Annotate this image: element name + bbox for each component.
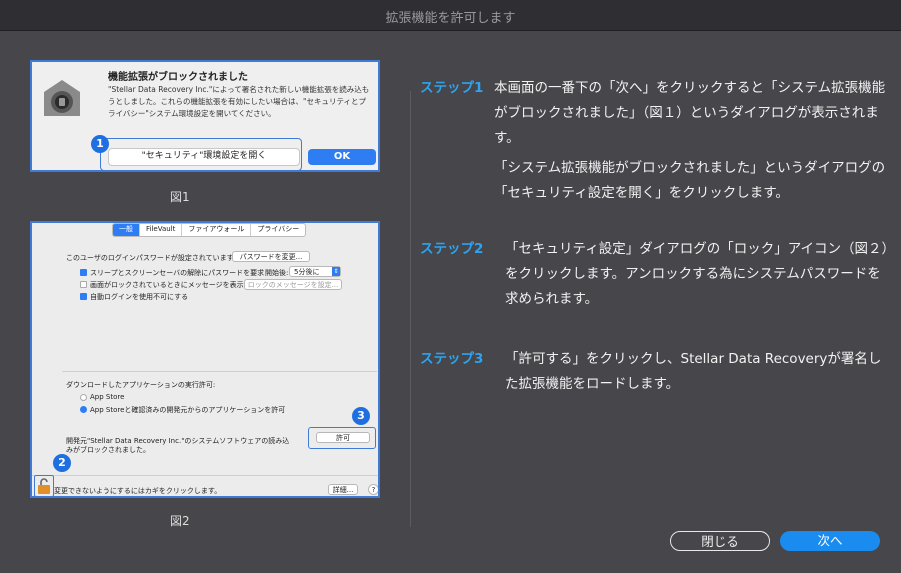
require-password-checkbox[interactable] bbox=[80, 269, 87, 276]
step-badge-1: 1 bbox=[91, 135, 109, 153]
radio-identified[interactable] bbox=[80, 406, 87, 413]
change-password-button[interactable]: パスワードを変更... bbox=[232, 251, 310, 262]
step-1-text: 本画面の一番下の「次へ」をクリックすると「システム拡張機能がブロックされました」… bbox=[494, 80, 886, 146]
figure-1-screenshot: 機能拡張がブロックされました "Stellar Data Recovery In… bbox=[30, 60, 380, 172]
help-button[interactable]: ? bbox=[368, 484, 378, 495]
next-button[interactable]: 次へ bbox=[780, 531, 880, 551]
dialog-message: "Stellar Data Recovery Inc."によって署名された新しい… bbox=[108, 85, 370, 118]
disable-autologin-checkbox[interactable] bbox=[80, 293, 87, 300]
open-security-button[interactable]: "セキュリティ"環境設定を開く bbox=[108, 148, 300, 166]
blocked-message: 開発元"Stellar Data Recovery Inc."のシステムソフトウ… bbox=[66, 437, 290, 454]
show-message-checkbox[interactable] bbox=[80, 281, 87, 288]
lock-icon[interactable] bbox=[37, 477, 51, 495]
chevron-updown-icon: ⇕ bbox=[332, 267, 340, 276]
start-after-label: 開始後: bbox=[265, 269, 289, 277]
show-message-label: 画面がロックされているときにメッセージを表示 bbox=[90, 281, 244, 289]
disable-autologin-label: 自動ログインを使用不可にする bbox=[90, 293, 189, 301]
security-lock-icon bbox=[40, 76, 84, 120]
radio-identified-label: App Storeと確認済みの開発元からのアプリケーションを許可 bbox=[90, 406, 286, 414]
tab-general[interactable]: 一般 bbox=[113, 224, 139, 236]
window-title: 拡張機能を許可します bbox=[385, 11, 516, 26]
vertical-divider bbox=[410, 91, 411, 527]
dialog-body: 機能拡張がブロックされました "Stellar Data Recovery In… bbox=[0, 31, 901, 573]
tab-privacy[interactable]: プライバシー bbox=[250, 224, 305, 236]
require-password-label: スリープとスクリーンセーバの解除にパスワードを要求 bbox=[90, 269, 265, 277]
ok-button[interactable]: OK bbox=[308, 149, 376, 165]
step-badge-3: 3 bbox=[352, 407, 370, 425]
tab-filevault[interactable]: FileVault bbox=[139, 224, 181, 236]
start-after-select[interactable]: 5分後に ⇕ bbox=[289, 266, 341, 277]
figure-1-caption: 図1 bbox=[170, 190, 190, 204]
allow-button[interactable]: 許可 bbox=[316, 432, 370, 443]
step-2-label: ステップ2 bbox=[420, 241, 484, 257]
section-divider bbox=[62, 371, 377, 372]
start-after-value: 5分後に bbox=[294, 268, 320, 276]
lock-instruction: 変更できないようにするにはカギをクリックします。 bbox=[54, 487, 222, 495]
figure-2-screenshot: 一般 FileVault ファイアウォール プライバシー このユーザのログインパ… bbox=[30, 221, 380, 498]
dialog-heading: 機能拡張がブロックされました bbox=[108, 72, 248, 83]
prefs-tabs: 一般 FileVault ファイアウォール プライバシー bbox=[112, 223, 307, 237]
bottom-bar-divider bbox=[32, 475, 378, 476]
radio-appstore[interactable] bbox=[80, 394, 87, 401]
step-3-label: ステップ3 bbox=[420, 351, 484, 367]
radio-appstore-label: App Store bbox=[90, 393, 125, 401]
step-2-text: 「セキュリティ設定」ダイアログの「ロック」アイコン（図２）をクリックします。アン… bbox=[505, 241, 889, 307]
step-2: ステップ2 「セキュリティ設定」ダイアログの「ロック」アイコン（図２）をクリック… bbox=[420, 237, 890, 317]
step-1: ステップ1 本画面の一番下の「次へ」をクリックすると「システム拡張機能がブロック… bbox=[420, 76, 890, 201]
lock-message-button[interactable]: ロックのメッセージを設定... bbox=[244, 279, 342, 290]
step-badge-2: 2 bbox=[53, 454, 71, 472]
figure-2-caption: 図2 bbox=[170, 514, 190, 528]
download-label: ダウンロードしたアプリケーションの実行許可: bbox=[66, 381, 216, 389]
advanced-button[interactable]: 詳細... bbox=[328, 484, 358, 495]
title-bar: 拡張機能を許可します bbox=[0, 0, 901, 31]
step-3: ステップ3 「許可する」をクリックし、Stellar Data Recovery… bbox=[420, 347, 890, 402]
step-1-label: ステップ1 bbox=[420, 80, 484, 96]
password-status: このユーザのログインパスワードが設定されています bbox=[66, 254, 234, 262]
step-1-text-2: 「システム拡張機能がブロックされました」というダイアログの「セキュリティ設定を開… bbox=[494, 160, 886, 201]
tab-firewall[interactable]: ファイアウォール bbox=[181, 224, 250, 236]
close-button[interactable]: 閉じる bbox=[670, 531, 770, 551]
step-3-text: 「許可する」をクリックし、Stellar Data Recoveryが署名した拡… bbox=[505, 351, 882, 392]
